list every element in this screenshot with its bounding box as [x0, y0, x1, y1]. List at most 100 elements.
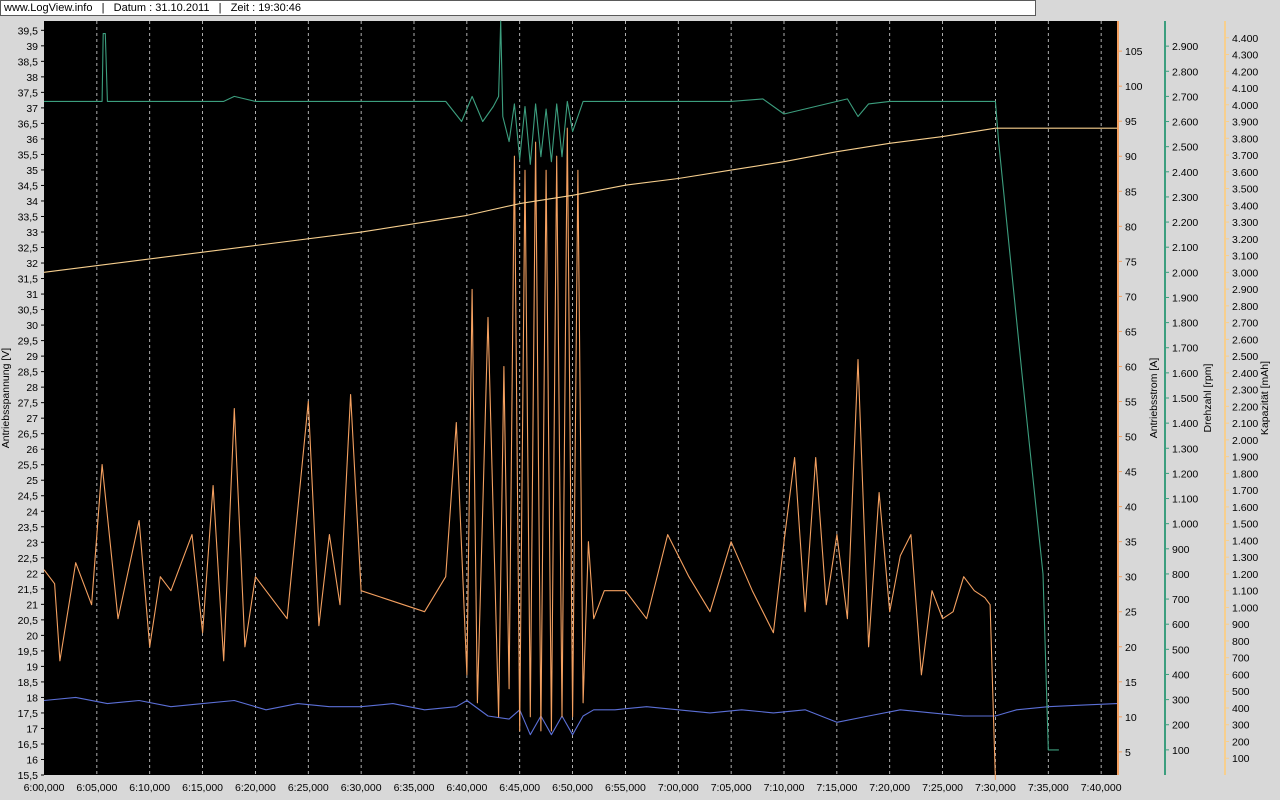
x-tick-label: 7:00,000: [658, 782, 699, 794]
capacity-tick-label: 800: [1232, 636, 1250, 648]
voltage-tick-label: 25,5: [18, 460, 39, 472]
voltage-tick-label: 36,5: [18, 118, 39, 130]
rpm-tick-label: 400: [1172, 669, 1190, 681]
voltage-tick-label: 37: [26, 103, 38, 115]
x-tick-label: 6:50,000: [552, 782, 593, 794]
rpm-tick-label: 1.100: [1172, 494, 1198, 506]
x-tick-label: 6:20,000: [235, 782, 276, 794]
rpm-tick-label: 1.000: [1172, 519, 1198, 531]
current-tick-label: 25: [1125, 607, 1137, 619]
voltage-axis-label: Antriebsspannung [V]: [0, 348, 12, 448]
capacity-tick-label: 3.200: [1232, 234, 1258, 246]
x-tick-label: 6:55,000: [605, 782, 646, 794]
capacity-tick-label: 700: [1232, 653, 1250, 665]
current-tick-label: 50: [1125, 432, 1137, 444]
capacity-tick-label: 1.500: [1232, 519, 1258, 531]
capacity-tick-label: 600: [1232, 669, 1250, 681]
capacity-tick-label: 1.000: [1232, 602, 1258, 614]
voltage-tick-label: 28: [26, 382, 38, 394]
rpm-tick-label: 1.900: [1172, 292, 1198, 304]
capacity-tick-label: 4.200: [1232, 66, 1258, 78]
rpm-tick-label: 1.600: [1172, 368, 1198, 380]
capacity-tick-label: 2.400: [1232, 368, 1258, 380]
current-tick-label: 45: [1125, 467, 1137, 479]
capacity-tick-label: 2.700: [1232, 318, 1258, 330]
x-tick-label: 7:25,000: [922, 782, 963, 794]
x-tick-label: 6:25,000: [288, 782, 329, 794]
current-tick-label: 85: [1125, 186, 1137, 198]
capacity-tick-label: 3.600: [1232, 167, 1258, 179]
capacity-tick-label: 2.600: [1232, 334, 1258, 346]
voltage-tick-label: 24: [26, 506, 38, 518]
capacity-tick-label: 3.900: [1232, 117, 1258, 129]
capacity-tick-label: 200: [1232, 736, 1250, 748]
voltage-tick-label: 27,5: [18, 398, 39, 410]
capacity-tick-label: 2.100: [1232, 418, 1258, 430]
capacity-tick-label: 3.800: [1232, 133, 1258, 145]
current-tick-label: 65: [1125, 326, 1137, 338]
voltage-tick-label: 39,5: [18, 25, 39, 37]
x-tick-label: 7:05,000: [711, 782, 752, 794]
voltage-tick-label: 35: [26, 165, 38, 177]
voltage-tick-label: 34,5: [18, 180, 39, 192]
rpm-tick-label: 2.700: [1172, 91, 1198, 103]
capacity-tick-label: 900: [1232, 619, 1250, 631]
capacity-tick-label: 2.800: [1232, 301, 1258, 313]
x-tick-label: 7:20,000: [869, 782, 910, 794]
capacity-tick-label: 500: [1232, 686, 1250, 698]
x-tick-label: 6:00,000: [24, 782, 65, 794]
capacity-tick-label: 1.100: [1232, 586, 1258, 598]
rpm-tick-label: 1.200: [1172, 468, 1198, 480]
rpm-tick-label: 1.300: [1172, 443, 1198, 455]
x-tick-label: 6:45,000: [499, 782, 540, 794]
rpm-tick-label: 2.300: [1172, 192, 1198, 204]
rpm-tick-label: 2.900: [1172, 41, 1198, 53]
x-tick-label: 6:40,000: [446, 782, 487, 794]
rpm-tick-label: 1.700: [1172, 343, 1198, 355]
rpm-tick-label: 100: [1172, 745, 1190, 757]
voltage-tick-label: 38,5: [18, 56, 39, 68]
voltage-tick-label: 30: [26, 320, 38, 332]
x-tick-label: 7:10,000: [764, 782, 805, 794]
voltage-tick-label: 15,5: [18, 770, 39, 782]
current-tick-label: 20: [1125, 642, 1137, 654]
voltage-tick-label: 26: [26, 444, 38, 456]
capacity-tick-label: 2.300: [1232, 385, 1258, 397]
capacity-tick-label: 3.100: [1232, 251, 1258, 263]
voltage-tick-label: 33: [26, 227, 38, 239]
rpm-tick-label: 2.200: [1172, 217, 1198, 229]
voltage-tick-label: 21: [26, 599, 38, 611]
voltage-tick-label: 29,5: [18, 336, 39, 348]
capacity-tick-label: 2.200: [1232, 401, 1258, 413]
rpm-axis-label: Drehzahl [rpm]: [1202, 363, 1214, 432]
x-tick-label: 7:30,000: [975, 782, 1016, 794]
capacity-tick-label: 3.000: [1232, 267, 1258, 279]
capacity-tick-label: 1.600: [1232, 502, 1258, 514]
voltage-tick-label: 22: [26, 568, 38, 580]
capacity-tick-label: 3.700: [1232, 150, 1258, 162]
voltage-tick-label: 27: [26, 413, 38, 425]
capacity-tick-label: 400: [1232, 703, 1250, 715]
current-tick-label: 55: [1125, 397, 1137, 409]
rpm-tick-label: 2.400: [1172, 167, 1198, 179]
current-tick-label: 105: [1125, 46, 1143, 58]
current-tick-label: 80: [1125, 221, 1137, 233]
rpm-tick-label: 700: [1172, 594, 1190, 606]
rpm-tick-label: 200: [1172, 720, 1190, 732]
voltage-tick-label: 18: [26, 692, 38, 704]
current-tick-label: 70: [1125, 291, 1137, 303]
voltage-tick-label: 26,5: [18, 429, 39, 441]
voltage-tick-label: 21,5: [18, 584, 39, 596]
capacity-tick-label: 2.900: [1232, 284, 1258, 296]
voltage-tick-label: 16,5: [18, 739, 39, 751]
x-tick-label: 6:30,000: [341, 782, 382, 794]
voltage-tick-label: 36: [26, 134, 38, 146]
voltage-tick-label: 37,5: [18, 87, 39, 99]
capacity-tick-label: 1.800: [1232, 468, 1258, 480]
voltage-tick-label: 39: [26, 41, 38, 53]
capacity-tick-label: 3.400: [1232, 200, 1258, 212]
current-tick-label: 95: [1125, 116, 1137, 128]
rpm-tick-label: 1.400: [1172, 418, 1198, 430]
voltage-tick-label: 31: [26, 289, 38, 301]
capacity-tick-label: 1.700: [1232, 485, 1258, 497]
